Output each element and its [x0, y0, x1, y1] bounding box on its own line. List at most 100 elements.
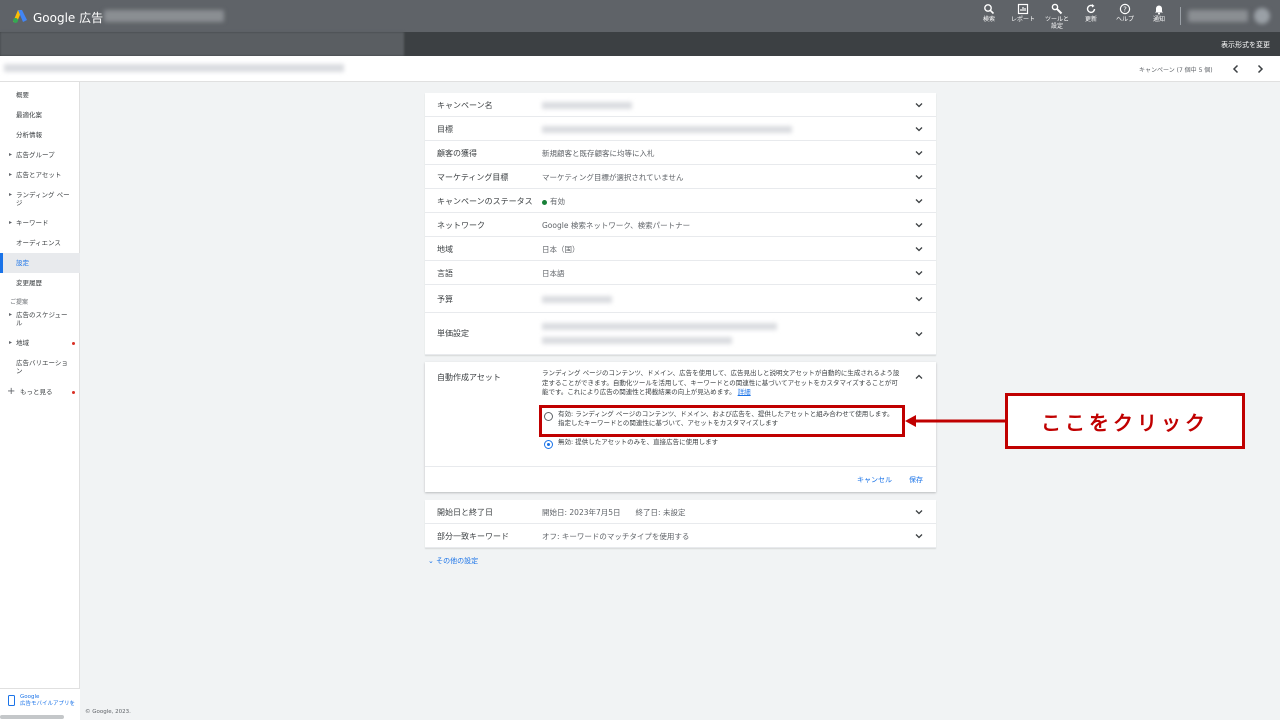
plus-icon[interactable]: + — [7, 386, 15, 397]
account-info-blurred[interactable] — [1188, 10, 1248, 22]
setting-label: 予算 — [437, 295, 453, 304]
setting-row-campaign-status[interactable]: キャンペーンのステータス 有効 — [425, 189, 936, 213]
sidebar-item-ad-schedule[interactable]: 広告のスケジュール — [9, 311, 74, 327]
setting-row-bidding[interactable]: 単価設定 — [425, 313, 936, 355]
refresh-icon — [1086, 4, 1096, 13]
tool-help[interactable]: ? ヘルプ — [1108, 3, 1142, 30]
setting-label: 目標 — [437, 125, 453, 134]
option-off-text: 無効: 提供したアセットのみを、直接広告に使用します — [558, 438, 719, 446]
brand-name[interactable]: Google 広告 — [33, 9, 103, 26]
chevron-left-icon[interactable] — [1229, 62, 1243, 76]
search-icon — [984, 4, 995, 15]
mobile-phone-icon — [8, 695, 15, 706]
setting-row-goal[interactable]: 目標 — [425, 117, 936, 141]
setting-value-blurred — [542, 126, 792, 133]
setting-label: ネットワーク — [437, 221, 485, 230]
sidebar-item-recommendations[interactable]: 最適化案 — [16, 111, 76, 119]
cancel-button[interactable]: キャンセル — [857, 475, 892, 485]
highlight-box — [539, 405, 905, 437]
chevron-down-icon[interactable] — [914, 124, 924, 134]
tool-notifications[interactable]: 通知 — [1142, 3, 1176, 30]
sidebar-item-ad-variations[interactable]: 広告バリエーション — [16, 359, 74, 375]
sidebar-item-ads-assets[interactable]: 広告とアセット — [9, 171, 76, 179]
setting-value: マーケティング目標が選択されていません — [542, 173, 684, 182]
setting-label: 顧客の獲得 — [437, 149, 477, 158]
setting-value: 日本（国） — [542, 245, 580, 254]
mobile-app-link[interactable]: Google 広告モバイルアプリを — [20, 694, 80, 708]
sidebar-item-audiences[interactable]: オーディエンス — [16, 239, 76, 247]
tool-report[interactable]: レポート — [1006, 3, 1040, 30]
radio-auto-assets-off[interactable] — [544, 440, 553, 449]
google-ads-logo-icon[interactable] — [12, 8, 28, 24]
setting-label: 地域 — [437, 245, 453, 254]
bell-icon — [1155, 5, 1163, 15]
chevron-down-icon[interactable] — [914, 220, 924, 230]
sidebar-item-overview[interactable]: 概要 — [16, 91, 76, 99]
chevron-down-icon[interactable] — [914, 148, 924, 158]
campaign-count: キャンペーン (7 個中 5 個) — [1139, 67, 1213, 74]
status-dot-icon — [542, 199, 547, 205]
setting-label: 言語 — [437, 269, 453, 278]
save-button[interactable]: 保存 — [909, 475, 923, 485]
chevron-up-icon[interactable] — [914, 372, 924, 382]
account-name-blurred — [104, 10, 224, 22]
setting-row-dates[interactable]: 開始日と終了日 開始日: 2023年7月5日 終了日: 未設定 — [425, 500, 936, 524]
sidebar-item-ad-groups[interactable]: 広告グループ — [9, 151, 76, 159]
tool-label: 通知 — [1152, 16, 1165, 23]
sidebar-item-keywords[interactable]: キーワード — [9, 219, 76, 227]
auto-assets-description: ランディング ページのコンテンツ、ドメイン、広告を使用して、広告見出しと説明文ア… — [542, 369, 904, 398]
tool-label: 更新 — [1084, 16, 1097, 23]
setting-value: 新規顧客と既存顧客に均等に入札 — [542, 149, 655, 158]
sidebar-item-insights[interactable]: 分析情報 — [16, 131, 76, 139]
tool-search[interactable]: 検索 — [972, 3, 1006, 30]
tool-label: レポート — [1010, 16, 1035, 23]
sidebar-item-locations[interactable]: 地域 — [9, 339, 76, 347]
account-selector-blurred[interactable] — [0, 32, 404, 56]
tool-settings[interactable]: ツールと 設定 — [1040, 3, 1074, 30]
breadcrumb-blurred[interactable] — [4, 64, 344, 72]
new-indicator-dot — [72, 342, 75, 345]
chevron-down-icon[interactable] — [914, 244, 924, 254]
avatar[interactable] — [1254, 8, 1270, 24]
setting-row-campaign-name[interactable]: キャンペーン名 — [425, 93, 936, 117]
sidebar-item-settings[interactable]: 設定 — [16, 259, 76, 267]
report-icon — [1017, 3, 1029, 15]
setting-value: オフ: キーワードのマッチタイプを使用する — [542, 532, 690, 541]
new-indicator-dot — [72, 391, 75, 394]
chevron-down-icon[interactable] — [914, 531, 924, 541]
chevron-down-icon[interactable] — [914, 172, 924, 182]
chevron-down-icon[interactable] — [914, 268, 924, 278]
setting-row-marketing-goal[interactable]: マーケティング目標 マーケティング目標が選択されていません — [425, 165, 936, 189]
more-settings-label: その他の設定 — [436, 557, 479, 565]
chevron-down-icon[interactable] — [914, 329, 924, 339]
setting-label: 単価設定 — [437, 329, 469, 338]
setting-row-customer-acquisition[interactable]: 顧客の獲得 新規顧客と既存顧客に均等に入札 — [425, 141, 936, 165]
setting-value: Google 検索ネットワーク、検索パートナー — [542, 221, 691, 230]
setting-row-location[interactable]: 地域 日本（国） — [425, 237, 936, 261]
description-text: ランディング ページのコンテンツ、ドメイン、広告を使用して、広告見出しと説明文ア… — [542, 369, 900, 396]
sidebar-item-show-more[interactable]: もっと見る — [20, 388, 80, 396]
tool-label: 検索 — [982, 16, 995, 23]
more-settings-link[interactable]: ⌄ その他の設定 — [428, 556, 478, 566]
setting-row-network[interactable]: ネットワーク Google 検索ネットワーク、検索パートナー — [425, 213, 936, 237]
chevron-down-icon[interactable] — [914, 100, 924, 110]
view-toggle-button[interactable]: 表示形式を変更 — [1221, 40, 1270, 50]
svg-text:?: ? — [1123, 5, 1127, 13]
horizontal-scrollbar[interactable] — [0, 715, 64, 719]
chevron-down-icon[interactable] — [914, 507, 924, 517]
tool-refresh[interactable]: 更新 — [1074, 3, 1108, 30]
setting-label: 自動作成アセット — [437, 373, 501, 382]
arrow-left-icon — [905, 415, 1007, 427]
details-link[interactable]: 詳細 — [738, 388, 751, 396]
status-value: 有効 — [542, 196, 565, 207]
setting-label: 部分一致キーワード — [437, 532, 509, 541]
setting-row-language[interactable]: 言語 日本語 — [425, 261, 936, 285]
chevron-right-icon[interactable] — [1253, 62, 1267, 76]
chevron-down-icon[interactable] — [914, 196, 924, 206]
setting-row-budget[interactable]: 予算 — [425, 285, 936, 313]
chevron-down-icon[interactable] — [914, 294, 924, 304]
sidebar-item-change-history[interactable]: 変更履歴 — [16, 279, 76, 287]
sidebar-item-landing-pages[interactable]: ランディング ページ — [9, 191, 74, 207]
setting-row-broad-match[interactable]: 部分一致キーワード オフ: キーワードのマッチタイプを使用する — [425, 524, 936, 548]
tool-label: ヘルプ — [1115, 16, 1134, 23]
